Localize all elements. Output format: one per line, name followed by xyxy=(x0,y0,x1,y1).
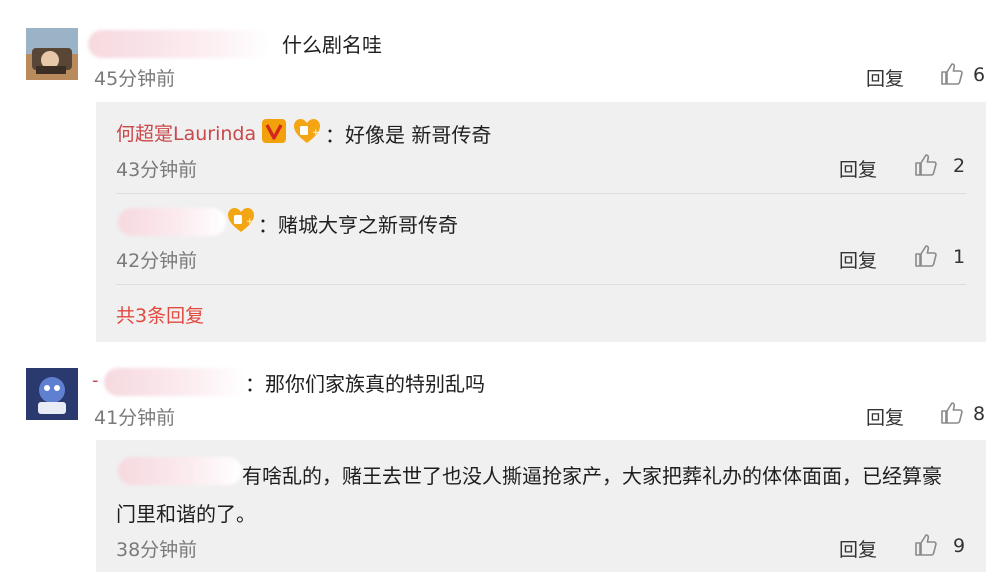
verified-v-icon xyxy=(261,118,287,148)
like-thumb-icon[interactable] xyxy=(914,244,938,268)
reply-username[interactable]: 何超寔Laurinda xyxy=(116,119,256,146)
divider xyxy=(116,193,966,194)
reply-button[interactable]: 回复 xyxy=(866,403,904,430)
svg-text:+: + xyxy=(312,128,320,138)
reply-timestamp: 43分钟前 xyxy=(116,159,198,181)
like-count: 2 xyxy=(953,155,966,177)
replies-panel: 何超寔Laurinda + ：好像是 新哥传奇 43分钟前 回复 2 + ：赌城… xyxy=(96,102,986,342)
like-thumb-icon[interactable] xyxy=(914,533,938,557)
like-count: 6 xyxy=(973,64,986,86)
replies-panel: 有啥乱的，赌王去世了也没人撕逼抢家产，大家把葬礼办的体体面面，已经算豪 门里和谐… xyxy=(96,440,986,572)
comment-timestamp: 41分钟前 xyxy=(94,407,176,429)
reply-button[interactable]: 回复 xyxy=(866,64,904,91)
like-count: 9 xyxy=(953,535,966,557)
comment-text: 什么剧名哇 xyxy=(282,33,382,57)
reply-button[interactable]: 回复 xyxy=(839,535,877,562)
blurred-username[interactable] xyxy=(118,208,226,236)
like-count: 8 xyxy=(973,403,986,425)
blurred-username[interactable] xyxy=(88,30,270,58)
like-thumb-icon[interactable] xyxy=(940,62,964,86)
avatar[interactable] xyxy=(26,368,78,420)
view-more-replies-link[interactable]: 共3条回复 xyxy=(116,301,204,328)
fan-badge-icon: + xyxy=(292,117,322,149)
blurred-username[interactable] xyxy=(104,368,246,396)
comment-text: ：那你们家族真的特别乱吗 xyxy=(245,372,485,396)
reply-text-line-2: 门里和谐的了。 xyxy=(116,502,256,526)
svg-text:+: + xyxy=(246,217,254,227)
like-thumb-icon[interactable] xyxy=(940,401,964,425)
reply-text: ：赌城大亨之新哥传奇 xyxy=(258,213,458,237)
reply-text-line-1: 有啥乱的，赌王去世了也没人撕逼抢家产，大家把葬礼办的体体面面，已经算豪 xyxy=(242,464,942,488)
reply-timestamp: 38分钟前 xyxy=(116,539,198,561)
reply-text: ：好像是 新哥传奇 xyxy=(325,123,492,147)
like-count: 1 xyxy=(953,246,966,268)
username-prefix: - xyxy=(92,370,99,391)
fan-badge-icon: + xyxy=(226,206,256,238)
reply-button[interactable]: 回复 xyxy=(839,246,877,273)
reply-timestamp: 42分钟前 xyxy=(116,250,198,272)
divider xyxy=(116,284,966,285)
comment-timestamp: 45分钟前 xyxy=(94,68,176,90)
like-thumb-icon[interactable] xyxy=(914,153,938,177)
reply-button[interactable]: 回复 xyxy=(839,155,877,182)
avatar[interactable] xyxy=(26,28,78,80)
blurred-username[interactable] xyxy=(118,457,242,485)
